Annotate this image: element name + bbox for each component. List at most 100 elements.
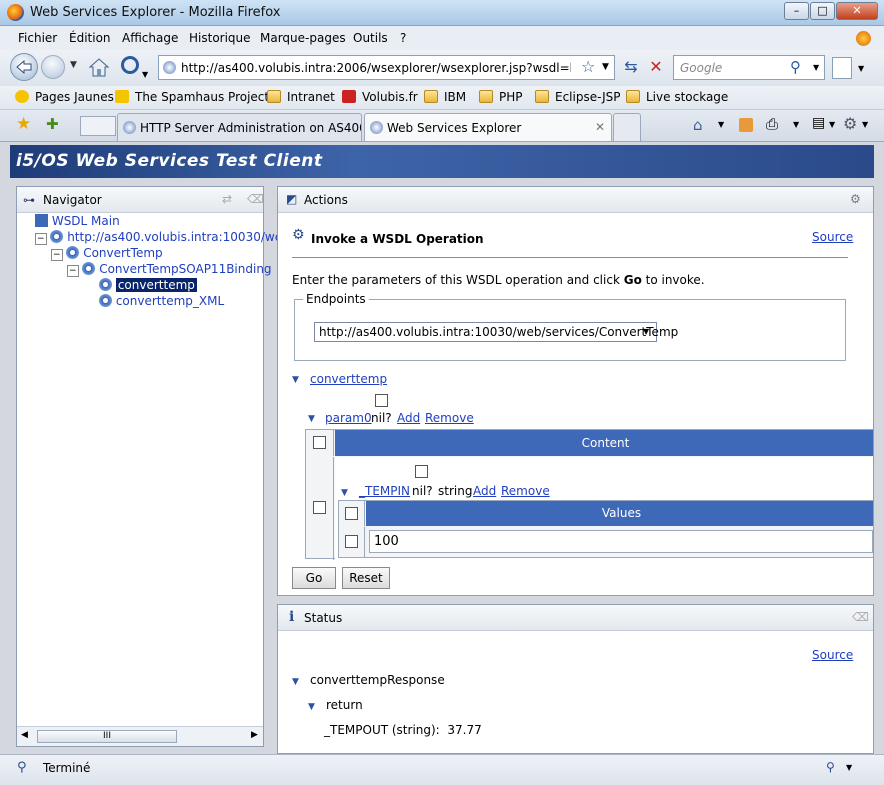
scroll-thumb[interactable]: III xyxy=(37,730,177,743)
stop-reload-icon[interactable] xyxy=(121,56,139,74)
source-link[interactable]: Source xyxy=(812,230,853,244)
tree-item-label[interactable]: WSDL Main xyxy=(52,214,120,228)
back-button[interactable] xyxy=(10,53,38,81)
values-select-all-checkbox[interactable] xyxy=(345,507,358,520)
bookmark-pages-jaunes[interactable]: Pages Jaunes xyxy=(15,90,114,104)
tree-item-converttemp[interactable]: − ConvertTemp xyxy=(51,246,163,261)
expand-return-icon[interactable]: ▼ xyxy=(308,702,315,712)
tree-item-label[interactable]: ConvertTempSOAP11Binding xyxy=(99,262,271,276)
page-menu-dropdown-icon[interactable]: ▼ xyxy=(858,64,864,73)
bookmark-volubis[interactable]: Volubis.fr xyxy=(342,90,418,104)
expand-response-icon[interactable]: ▼ xyxy=(292,677,299,687)
home-icon[interactable]: ⌂ xyxy=(693,116,703,134)
tempin-nil-checkbox[interactable] xyxy=(415,465,428,478)
expand-tempin-icon[interactable]: ▼ xyxy=(341,488,348,498)
forward-button[interactable] xyxy=(41,55,65,79)
gear-icon[interactable]: ⚙ xyxy=(843,114,857,133)
menu-affichage[interactable]: Affichage xyxy=(122,31,178,45)
param0-nil-checkbox[interactable] xyxy=(375,394,388,407)
expand-operation-icon[interactable]: ▼ xyxy=(292,375,299,385)
bookmark-ibm[interactable]: IBM xyxy=(424,90,466,104)
operation-link[interactable]: converttemp xyxy=(310,372,387,386)
scroll-left-icon[interactable]: ◀ xyxy=(21,730,28,740)
bookmark-intranet[interactable]: Intranet xyxy=(267,90,335,104)
bookmark-php[interactable]: PHP xyxy=(479,90,523,104)
tree-item-converttemp-op[interactable]: converttemp xyxy=(99,278,197,292)
add-link[interactable]: Add xyxy=(397,411,420,425)
tab-list-button[interactable] xyxy=(80,116,116,136)
tree-item-label[interactable]: converttemp xyxy=(115,278,197,292)
add-bookmark-icon[interactable]: ✚ xyxy=(46,115,59,133)
feed-icon[interactable] xyxy=(739,118,753,132)
menu-edition[interactable]: Édition xyxy=(69,31,111,45)
go-button[interactable]: Go xyxy=(292,567,336,589)
tree-item-label[interactable]: ConvertTemp xyxy=(83,246,162,260)
reload-button[interactable]: ⇆ xyxy=(620,57,642,79)
zoom-icon[interactable]: ⚲ xyxy=(826,760,835,774)
tab-web-services-explorer[interactable]: Web Services Explorer ✕ xyxy=(364,113,612,141)
add-link[interactable]: Add xyxy=(473,484,496,498)
scroll-right-icon[interactable]: ▶ xyxy=(251,730,258,740)
reload-dropdown-icon[interactable]: ▼ xyxy=(142,70,148,79)
address-bar[interactable]: http://as400.volubis.intra:2006/wsexplor… xyxy=(158,55,615,80)
horizontal-scrollbar[interactable]: ◀ III ▶ xyxy=(17,726,263,746)
bookmark-live-stockage[interactable]: Live stockage xyxy=(626,90,728,104)
clear-status-icon[interactable]: ⌫ xyxy=(852,610,869,624)
tempin-link[interactable]: _TEMPIN xyxy=(359,484,410,498)
search-icon[interactable]: ⚲ xyxy=(790,58,801,76)
select-all-checkbox[interactable] xyxy=(313,436,326,449)
endpoint-select[interactable]: http://as400.volubis.intra:10030/web/ser… xyxy=(314,322,678,342)
menu-historique[interactable]: Historique xyxy=(189,31,251,45)
refresh-icon[interactable]: ⇄ xyxy=(222,192,232,206)
remove-link[interactable]: Remove xyxy=(425,411,474,425)
maximize-panel-icon[interactable]: ⚙ xyxy=(850,192,861,206)
search-engine-dropdown-icon[interactable]: ▼ xyxy=(813,63,819,72)
collapse-icon[interactable]: − xyxy=(67,265,79,277)
menu-outils[interactable]: Outils xyxy=(353,31,388,45)
zoom-dropdown-icon[interactable]: ▼ xyxy=(846,763,852,772)
menu-fichier[interactable]: Fichier xyxy=(18,31,57,45)
tree-item-wsdl-main[interactable]: WSDL Main xyxy=(35,214,120,228)
collapse-icon[interactable]: − xyxy=(35,233,47,245)
param0-link[interactable]: param0 xyxy=(325,411,372,425)
close-tab-icon[interactable]: ✕ xyxy=(595,120,605,134)
tempin-value-input[interactable]: 100 xyxy=(369,530,873,553)
clear-icon[interactable]: ⌫ xyxy=(247,192,264,206)
page-icon[interactable]: ▤ xyxy=(812,115,825,131)
expand-param-icon[interactable]: ▼ xyxy=(308,414,315,424)
tree-item-label[interactable]: converttemp_XML xyxy=(116,294,224,308)
menu-help[interactable]: ? xyxy=(400,31,406,45)
minimize-button[interactable]: – xyxy=(784,2,809,20)
row-checkbox[interactable] xyxy=(313,501,326,514)
page-dropdown-icon[interactable]: ▼ xyxy=(829,120,835,129)
print-icon[interactable]: ⎙ xyxy=(766,115,778,133)
new-tab-button[interactable] xyxy=(613,113,641,141)
history-dropdown-icon[interactable]: ▼ xyxy=(70,60,77,70)
tree-item-label[interactable]: http://as400.volubis.intra:10030/web/ xyxy=(67,230,294,244)
reset-button[interactable]: Reset xyxy=(342,567,390,589)
page-menu-icon[interactable] xyxy=(832,57,852,79)
search-box[interactable]: Google ⚲ ▼ xyxy=(673,55,825,80)
tree-item-converttemp-xml[interactable]: converttemp_XML xyxy=(99,294,224,308)
bookmark-eclipse-jsp[interactable]: Eclipse-JSP xyxy=(535,90,621,104)
collapse-icon[interactable]: − xyxy=(51,249,63,261)
search-input[interactable]: Google xyxy=(680,61,722,75)
value-checkbox[interactable] xyxy=(345,535,358,548)
menu-marque-pages[interactable]: Marque-pages xyxy=(260,31,346,45)
url-dropdown-icon[interactable]: ▼ xyxy=(602,62,609,72)
bookmark-star-icon[interactable]: ☆ xyxy=(581,57,595,76)
address-input[interactable]: http://as400.volubis.intra:2006/wsexplor… xyxy=(181,61,571,75)
maximize-button[interactable]: □ xyxy=(810,2,835,20)
close-window-button[interactable]: ✕ xyxy=(836,2,878,20)
tree-item-wsdl-url[interactable]: − http://as400.volubis.intra:10030/web/ xyxy=(35,230,294,245)
status-source-link[interactable]: Source xyxy=(812,648,853,662)
tree-item-binding[interactable]: − ConvertTempSOAP11Binding xyxy=(67,262,272,277)
home-dropdown-icon[interactable]: ▼ xyxy=(718,120,724,129)
tab-http-server-admin[interactable]: HTTP Server Administration on AS400 xyxy=(117,113,362,141)
tools-dropdown-icon[interactable]: ▼ xyxy=(862,120,868,129)
bookmark-star-icon[interactable]: ★ xyxy=(16,114,31,134)
print-dropdown-icon[interactable]: ▼ xyxy=(793,120,799,129)
stop-button[interactable]: ✕ xyxy=(645,57,667,79)
home-icon[interactable] xyxy=(88,56,110,78)
bookmark-spamhaus[interactable]: The Spamhaus Project xyxy=(115,90,269,104)
